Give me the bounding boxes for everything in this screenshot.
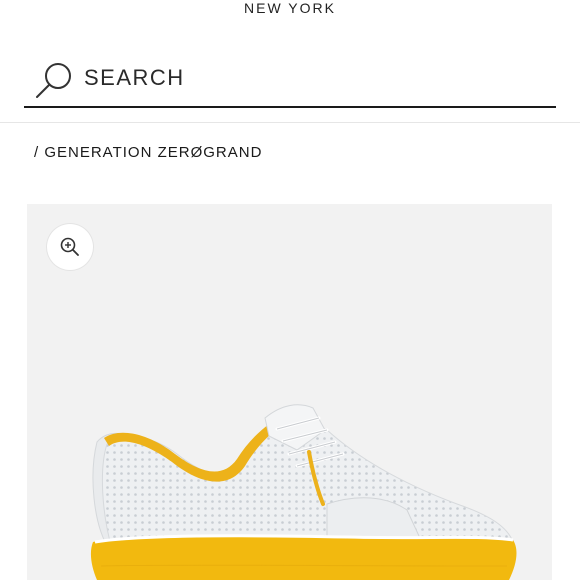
- product-image[interactable]: [27, 204, 552, 580]
- shoe-image: [90, 404, 517, 580]
- header-divider: [0, 122, 580, 123]
- brand-subtitle: NEW YORK: [244, 0, 336, 16]
- search-label: SEARCH: [84, 65, 185, 90]
- breadcrumb[interactable]: / GENERATION ZERØGRAND: [34, 144, 262, 161]
- search-bar[interactable]: SEARCH: [24, 50, 556, 108]
- search-icon: [36, 63, 71, 98]
- zoom-in-icon: [60, 237, 79, 256]
- zoom-button[interactable]: [47, 224, 93, 270]
